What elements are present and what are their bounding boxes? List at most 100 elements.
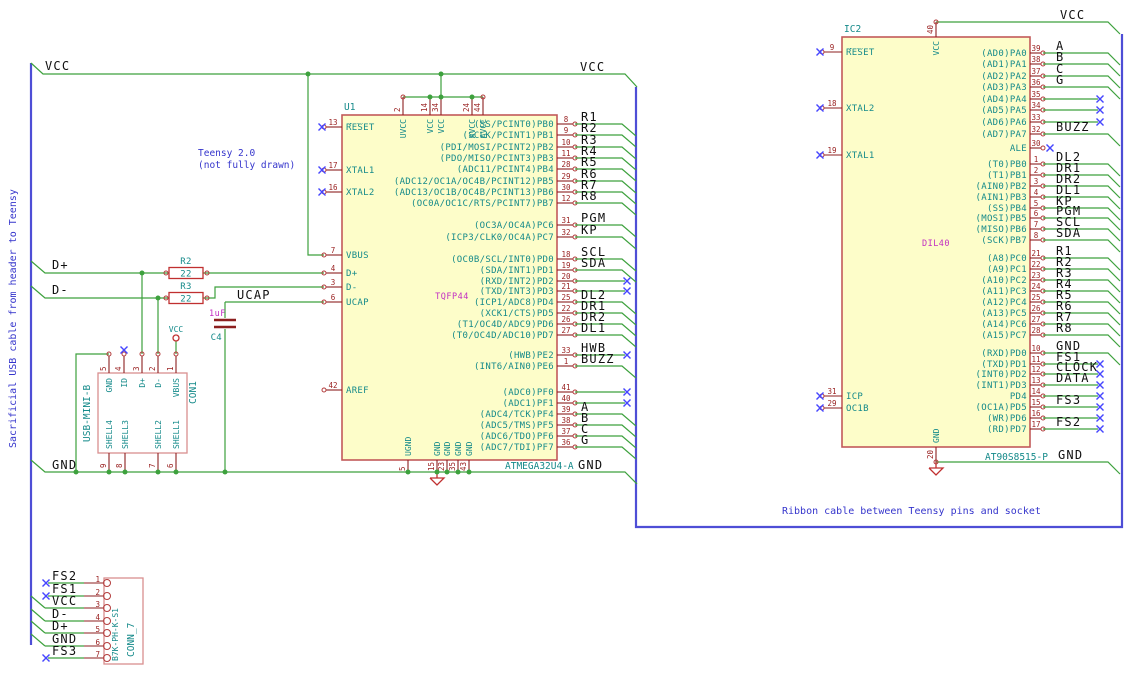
pin-number: 7 bbox=[1034, 220, 1039, 229]
pin-name: (A11)PC3 bbox=[981, 287, 1027, 297]
pin-name: (AD3)PA3 bbox=[981, 83, 1027, 93]
pin-number: 37 bbox=[561, 427, 570, 436]
pin-number: 18 bbox=[827, 99, 837, 108]
pin-name: (INT6/AIN0)PE6 bbox=[474, 362, 554, 372]
pin-number: 29 bbox=[827, 399, 836, 408]
pin-name: (ADC11/PCINT4)PB4 bbox=[457, 165, 554, 175]
pin-number: 25 bbox=[1031, 293, 1040, 302]
wire bbox=[1043, 133, 1121, 147]
net-label-G: G bbox=[1056, 73, 1064, 87]
pin-number: 33 bbox=[1031, 113, 1040, 122]
usb-connector-ref: CON1 bbox=[188, 381, 199, 404]
pin-name: (ADC4/TCK)PF4 bbox=[480, 410, 554, 420]
junction-dot bbox=[469, 94, 475, 100]
pin-number: 20 bbox=[561, 272, 571, 281]
junction-dot bbox=[405, 469, 411, 475]
wire bbox=[30, 62, 638, 88]
pin-number: 29 bbox=[561, 172, 570, 181]
pin-name: (T0/OC4D/ADC10)PD7 bbox=[451, 331, 554, 341]
pin-number: 8 bbox=[1034, 231, 1039, 240]
wire bbox=[1043, 312, 1121, 326]
pin-number: 4 bbox=[114, 366, 123, 371]
junction-dot bbox=[155, 295, 161, 301]
junction-dot bbox=[438, 71, 444, 77]
pin-name: GND bbox=[443, 441, 452, 456]
header-connector-ref: CONN_7 bbox=[126, 623, 137, 657]
pin-name: SHELL3 bbox=[121, 420, 130, 449]
caption-ribbon-cable: Ribbon cable between Teensy pins and soc… bbox=[782, 506, 1041, 517]
junction-dot bbox=[427, 94, 433, 100]
pin-name: (T0)PB0 bbox=[987, 160, 1027, 170]
net-label-GND: GND bbox=[1058, 448, 1083, 462]
wire bbox=[1043, 75, 1121, 89]
ic-value: ATMEGA32U4-A bbox=[505, 461, 574, 472]
pin-number: 9 bbox=[564, 126, 569, 135]
net-label-VCC: VCC bbox=[1060, 8, 1085, 22]
pin-name: (MOSI)PB5 bbox=[976, 214, 1027, 224]
pin-name: (ADC1)PF1 bbox=[503, 399, 554, 409]
pin-name: (A14)PC6 bbox=[981, 320, 1027, 330]
pin-number: 32 bbox=[1031, 125, 1040, 134]
pin-number: 14 bbox=[420, 102, 429, 112]
pin-number: 4 bbox=[95, 613, 100, 622]
wire bbox=[1043, 185, 1121, 199]
pin-number: 6 bbox=[166, 463, 175, 468]
schematic-canvas: U1 ATMEGA32U4-A TQFP44 8 (SS/PCINT0)PB0 R1 9 (S… bbox=[0, 0, 1131, 690]
pin-name: ICP bbox=[846, 392, 863, 402]
pin-number: 44 bbox=[473, 102, 482, 112]
pin-number: 33 bbox=[561, 346, 570, 355]
junction-dot bbox=[305, 71, 311, 77]
pin-name: (RXD)PD0 bbox=[981, 349, 1027, 359]
wire bbox=[1043, 268, 1121, 282]
pin-number: 23 bbox=[1031, 271, 1040, 280]
net-label-DATA: DATA bbox=[1056, 371, 1090, 385]
pin-name: UGND bbox=[404, 437, 413, 456]
pin-number: 42 bbox=[328, 381, 337, 390]
note-teensy-line1: Teensy 2.0 bbox=[198, 148, 256, 159]
pin-name: (AD2)PA2 bbox=[981, 72, 1027, 82]
pin-name: (AD6)PA6 bbox=[981, 118, 1027, 128]
pin-name: (SCK)PB7 bbox=[981, 236, 1027, 246]
pin-number: 11 bbox=[1031, 355, 1040, 364]
pin-name: D+ bbox=[138, 378, 147, 388]
pin-number: 21 bbox=[1031, 249, 1040, 258]
pin-number: 4 bbox=[331, 264, 336, 273]
junction-dot bbox=[455, 469, 461, 475]
pin-number: 1 bbox=[95, 575, 100, 584]
ic-ref: IC2 bbox=[844, 24, 861, 35]
pin-name: RESET bbox=[846, 48, 875, 58]
pin-number: 31 bbox=[827, 387, 836, 396]
pin-name: RESET bbox=[346, 123, 375, 133]
net-label-SDA: SDA bbox=[1056, 226, 1081, 240]
vcc-power-label: VCC bbox=[169, 325, 184, 334]
pin-name: UVCC bbox=[399, 119, 408, 138]
wire bbox=[1043, 163, 1121, 177]
pin-name: (AD1)PA1 bbox=[981, 60, 1027, 70]
wire bbox=[575, 365, 637, 379]
pin-name: (AD0)PA0 bbox=[981, 49, 1027, 59]
pin-name: (ADC6/TDO)PF6 bbox=[480, 432, 554, 442]
net-label-VCC: VCC bbox=[45, 59, 70, 73]
resistor-value: 22 bbox=[180, 270, 191, 280]
net-label-R8: R8 bbox=[581, 189, 598, 203]
gnd-symbol-icon bbox=[928, 467, 945, 476]
net-label-KP: KP bbox=[581, 223, 598, 237]
pin-number: 1 bbox=[166, 366, 175, 371]
pin-number: 27 bbox=[1031, 315, 1040, 324]
pin-number: 13 bbox=[1031, 376, 1040, 385]
pin-number: 5 bbox=[1034, 199, 1039, 208]
pin-name: (AD7)PA7 bbox=[981, 130, 1027, 140]
pin-number: 8 bbox=[115, 463, 124, 468]
pin-number: 5 bbox=[95, 625, 100, 634]
pin-number: 5 bbox=[398, 466, 407, 471]
pin-number: 6 bbox=[331, 293, 336, 302]
pin-name: (AIN1)PB3 bbox=[976, 193, 1027, 203]
pin-number: 19 bbox=[827, 146, 836, 155]
ic-package: TQFP44 bbox=[435, 292, 469, 302]
pin-name: SHELL4 bbox=[105, 420, 114, 449]
wire bbox=[1043, 257, 1121, 271]
pin-name: (HWB)PE2 bbox=[508, 351, 554, 361]
pin-number: 6 bbox=[95, 638, 100, 647]
junction-dot bbox=[222, 469, 228, 475]
pin-name: XTAL2 bbox=[846, 104, 875, 114]
